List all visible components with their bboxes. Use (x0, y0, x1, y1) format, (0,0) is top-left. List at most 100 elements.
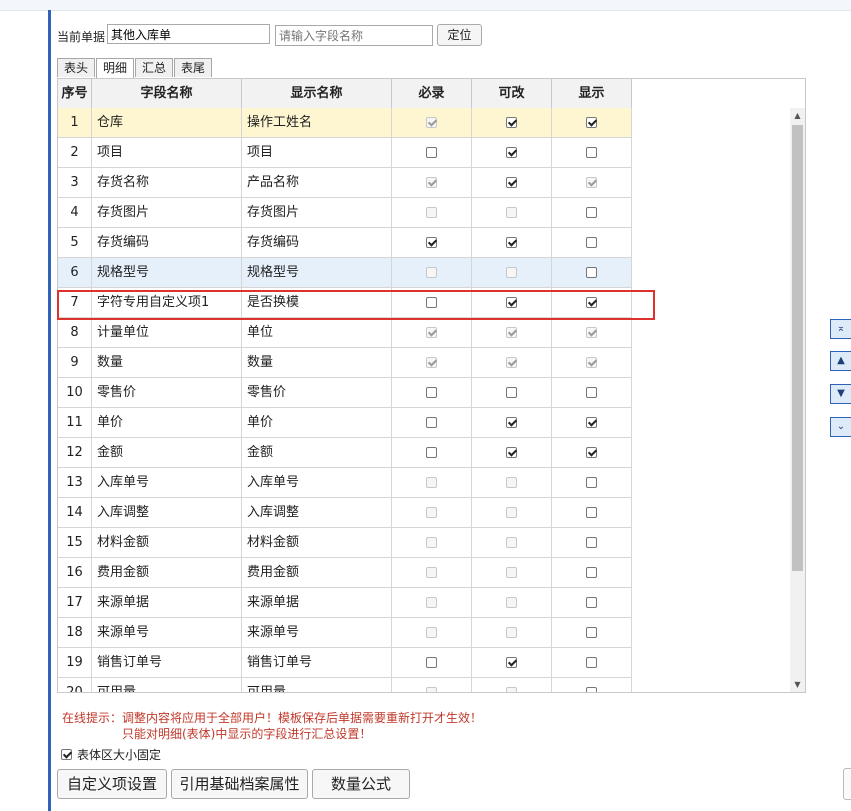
table-row[interactable]: 14 入库调整 入库调整 (58, 498, 632, 528)
fixed-size-checkbox[interactable] (61, 749, 72, 760)
visible-checkbox[interactable] (586, 387, 597, 398)
row-number-cell: 9 (58, 348, 92, 377)
visible-checkbox[interactable] (586, 117, 597, 128)
editable-checkbox[interactable] (506, 447, 517, 458)
display-name-cell: 数量 (242, 348, 392, 377)
tab-summary[interactable]: 汇总 (135, 58, 174, 77)
table-row[interactable]: 19 销售订单号 销售订单号 (58, 648, 632, 678)
locate-button[interactable]: 定位 (437, 24, 482, 46)
move-up-button[interactable]: ▲ (830, 351, 851, 371)
display-name-cell: 金额 (242, 438, 392, 467)
table-row[interactable]: 18 来源单号 来源单号 (58, 618, 632, 648)
table-row[interactable]: 13 入库单号 入库单号 (58, 468, 632, 498)
scrollbar-thumb[interactable] (792, 125, 803, 571)
visible-checkbox[interactable] (586, 147, 597, 158)
editable-cell (472, 528, 552, 557)
visible-checkbox[interactable] (586, 477, 597, 488)
editable-checkbox[interactable] (506, 177, 517, 188)
editable-checkbox[interactable] (506, 387, 517, 398)
col-header-visible[interactable]: 显示 (552, 79, 632, 108)
editable-checkbox[interactable] (506, 237, 517, 248)
field-search-input[interactable] (275, 25, 433, 46)
col-header-display-name[interactable]: 显示名称 (242, 79, 392, 108)
visible-checkbox[interactable] (586, 537, 597, 548)
row-number-cell: 16 (58, 558, 92, 587)
table-row[interactable]: 8 计量单位 单位 (58, 318, 632, 348)
hint-line-1: 在线提示：调整内容将应用于全部用户！模板保存后单据需要重新打开才生效！ (62, 711, 483, 725)
tab-header[interactable]: 表头 (57, 58, 96, 77)
table-row[interactable]: 9 数量 数量 (58, 348, 632, 378)
current-bill-input[interactable] (107, 24, 270, 44)
custom-items-button[interactable]: 自定义项设置 (57, 769, 167, 799)
visible-checkbox[interactable] (586, 627, 597, 638)
visible-checkbox[interactable] (586, 267, 597, 278)
visible-checkbox[interactable] (586, 237, 597, 248)
table-row[interactable]: 15 材料金额 材料金额 (58, 528, 632, 558)
tab-bar: 表头 明细 汇总 表尾 (57, 58, 213, 78)
editable-checkbox[interactable] (506, 417, 517, 428)
tab-footer[interactable]: 表尾 (174, 58, 213, 77)
required-checkbox[interactable] (426, 387, 437, 398)
col-header-field-name[interactable]: 字段名称 (92, 79, 242, 108)
required-checkbox[interactable] (426, 657, 437, 668)
visible-checkbox[interactable] (586, 417, 597, 428)
table-row[interactable]: 3 存货名称 产品名称 (58, 168, 632, 198)
editable-checkbox[interactable] (506, 147, 517, 158)
ref-archive-button[interactable]: 引用基础档案属性 (171, 769, 308, 799)
move-bottom-button[interactable]: ⌄ (830, 417, 851, 437)
table-row[interactable]: 20 可用量 可用量 (58, 678, 632, 692)
table-row[interactable]: 2 项目 项目 (58, 138, 632, 168)
grid-scrollbar[interactable]: ▲ ▼ (790, 108, 805, 692)
table-row[interactable]: 6 规格型号 规格型号 (58, 258, 632, 288)
table-row[interactable]: 16 费用金额 费用金额 (58, 558, 632, 588)
required-checkbox[interactable] (426, 237, 437, 248)
table-row[interactable]: 11 单价 单价 (58, 408, 632, 438)
required-checkbox (426, 597, 437, 608)
table-row[interactable]: 1 仓库 操作工姓名 (58, 108, 632, 138)
required-checkbox[interactable] (426, 147, 437, 158)
tab-detail[interactable]: 明细 (96, 58, 135, 78)
table-row[interactable]: 12 金额 金额 (58, 438, 632, 468)
col-header-required[interactable]: 必录 (392, 79, 472, 108)
row-number-cell: 12 (58, 438, 92, 467)
required-checkbox[interactable] (426, 297, 437, 308)
required-cell (392, 558, 472, 587)
table-row[interactable]: 10 零售价 零售价 (58, 378, 632, 408)
visible-checkbox[interactable] (586, 657, 597, 668)
visible-checkbox[interactable] (586, 297, 597, 308)
table-row[interactable]: 17 来源单据 来源单据 (58, 588, 632, 618)
qty-formula-button[interactable]: 数量公式 (312, 769, 410, 799)
required-cell (392, 318, 472, 347)
editable-cell (472, 138, 552, 167)
visible-checkbox[interactable] (586, 507, 597, 518)
scroll-up-arrow-icon[interactable]: ▲ (790, 108, 805, 123)
col-header-editable[interactable]: 可改 (472, 79, 552, 108)
required-cell (392, 528, 472, 557)
fixed-size-option[interactable]: 表体区大小固定 (61, 746, 161, 763)
scroll-down-arrow-icon[interactable]: ▼ (790, 677, 805, 692)
editable-checkbox[interactable] (506, 297, 517, 308)
visible-checkbox[interactable] (586, 567, 597, 578)
required-checkbox[interactable] (426, 447, 437, 458)
col-header-no[interactable]: 序号 (58, 79, 92, 108)
editable-checkbox (506, 567, 517, 578)
hint-line-2: 只能对明细(表体)中显示的字段进行汇总设置！ (122, 727, 372, 741)
visible-checkbox[interactable] (586, 447, 597, 458)
visible-checkbox[interactable] (586, 207, 597, 218)
row-number-cell: 1 (58, 108, 92, 137)
right-edge-button-fragment[interactable] (843, 768, 851, 800)
visible-checkbox[interactable] (586, 687, 597, 692)
table-row[interactable]: 4 存货图片 存货图片 (58, 198, 632, 228)
visible-checkbox[interactable] (586, 597, 597, 608)
editable-checkbox[interactable] (506, 117, 517, 128)
move-down-button[interactable]: ▼ (830, 384, 851, 404)
editable-checkbox (506, 537, 517, 548)
table-row[interactable]: 5 存货编码 存货编码 (58, 228, 632, 258)
table-row[interactable]: 7 字符专用自定义项1 是否换模 (58, 288, 632, 318)
required-checkbox[interactable] (426, 417, 437, 428)
display-name-cell: 入库单号 (242, 468, 392, 497)
move-top-button[interactable]: ⌅ (830, 319, 851, 339)
visible-cell (552, 108, 632, 137)
editable-checkbox[interactable] (506, 657, 517, 668)
visible-cell (552, 678, 632, 692)
